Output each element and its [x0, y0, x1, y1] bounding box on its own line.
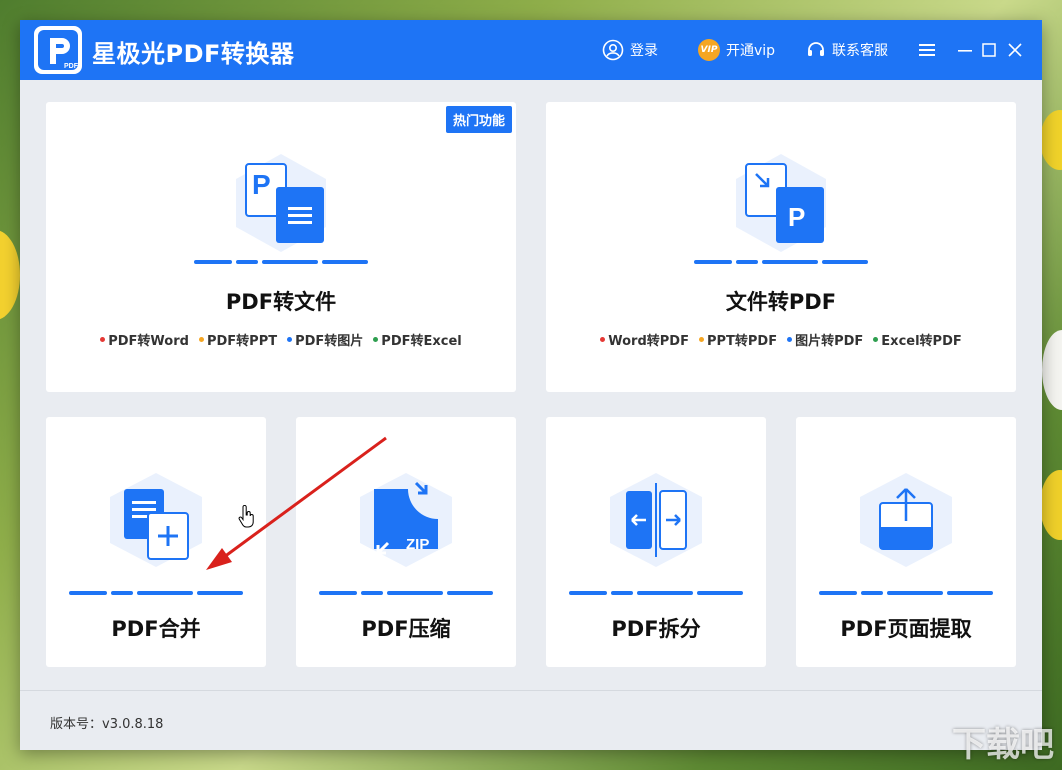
app-window: PDF 星极光PDF转换器 登录 VIP 开通vip 联系客服 热门功能 P P… — [20, 20, 1042, 750]
feature-list: PDF转Word PDF转PPT PDF转图片 PDF转Excel — [46, 330, 516, 349]
pdf-compress-card[interactable]: ZIP PDF压缩 — [296, 417, 516, 667]
decorative-divider — [694, 260, 868, 264]
version-label: 版本号：v3.0.8.18 — [50, 717, 164, 732]
title-bar: PDF 星极光PDF转换器 登录 VIP 开通vip 联系客服 — [20, 20, 1042, 80]
watermark: 下载吧 — [952, 725, 1054, 765]
close-button[interactable] — [1004, 38, 1026, 62]
list-item[interactable]: PDF转Word — [100, 330, 189, 349]
extract-icon — [856, 471, 956, 571]
menu-button[interactable] — [916, 38, 938, 62]
list-item[interactable]: PDF转Excel — [373, 330, 462, 349]
decorative-divider — [69, 591, 243, 595]
minimize-icon — [958, 50, 972, 52]
maximize-icon — [982, 43, 996, 57]
user-icon — [602, 39, 624, 61]
list-item[interactable]: PDF转PPT — [198, 330, 277, 349]
pdf-to-file-card[interactable]: 热门功能 P PDF转文件 PDF转Word PDF转PPT PDF转图片 PD… — [46, 102, 516, 392]
card-title: PDF压缩 — [361, 617, 451, 641]
feature-list: Word转PDF PPT转PDF 图片转PDF Excel转PDF — [546, 330, 1016, 349]
background-flower — [1040, 470, 1062, 540]
list-item[interactable]: Excel转PDF — [873, 330, 962, 349]
hot-feature-badge: 热门功能 — [445, 106, 512, 133]
service-label: 联系客服 — [832, 43, 888, 59]
bullet-dot — [373, 337, 379, 342]
bullet-dot — [100, 337, 106, 342]
vip-label: 开通vip — [726, 43, 776, 59]
file-to-pdf-icon: P — [726, 152, 836, 256]
decorative-divider — [569, 591, 743, 595]
login-button[interactable]: 登录 — [602, 38, 658, 62]
list-item[interactable]: PDF转图片 — [287, 330, 363, 349]
headset-icon — [808, 42, 824, 56]
decorative-divider — [319, 591, 493, 595]
bullet-dot — [873, 337, 879, 342]
zip-label: ZIP — [406, 536, 429, 553]
customer-service-button[interactable]: 联系客服 — [806, 38, 888, 62]
card-title: PDF合并 — [111, 617, 201, 641]
background-flower — [1040, 110, 1062, 170]
app-logo: PDF — [34, 26, 82, 74]
svg-text:P: P — [788, 202, 805, 232]
list-item[interactable]: Word转PDF — [600, 330, 689, 349]
vip-button[interactable]: VIP 开通vip — [698, 38, 775, 62]
hamburger-icon — [919, 44, 935, 56]
merge-icon — [106, 471, 206, 571]
bullet-dot — [600, 337, 606, 342]
logo-text: PDF — [64, 63, 79, 70]
footer-divider — [20, 690, 1042, 691]
bullet-dot — [198, 337, 204, 342]
bullet-dot — [287, 337, 293, 342]
pdf-page-extract-card[interactable]: PDF页面提取 — [796, 417, 1016, 667]
card-title: PDF转文件 — [225, 290, 337, 314]
card-title: PDF页面提取 — [840, 617, 972, 641]
compress-icon: ZIP — [356, 471, 456, 571]
list-item[interactable]: 图片转PDF — [787, 330, 863, 349]
close-icon — [1008, 43, 1022, 57]
list-item[interactable]: PPT转PDF — [698, 330, 777, 349]
background-flower — [1042, 330, 1062, 410]
pdf-merge-card[interactable]: PDF合并 — [46, 417, 266, 667]
vip-icon: VIP — [698, 39, 720, 61]
bullet-dot — [698, 337, 704, 342]
card-title: 文件转PDF — [725, 290, 837, 314]
decorative-divider — [819, 591, 993, 595]
minimize-button[interactable] — [954, 38, 976, 62]
decorative-divider — [194, 260, 368, 264]
split-icon — [606, 471, 706, 571]
pdf-to-file-icon: P — [226, 152, 336, 256]
background-flower — [0, 230, 20, 320]
card-title: PDF拆分 — [611, 617, 701, 641]
pdf-split-card[interactable]: PDF拆分 — [546, 417, 766, 667]
hand-cursor-icon — [238, 505, 254, 528]
maximize-button[interactable] — [978, 38, 1000, 62]
bullet-dot — [787, 337, 793, 342]
app-title: 星极光PDF转换器 — [92, 40, 295, 68]
svg-text:P: P — [252, 169, 271, 200]
file-to-pdf-card[interactable]: P 文件转PDF Word转PDF PPT转PDF 图片转PDF Excel转P… — [546, 102, 1016, 392]
login-label: 登录 — [630, 43, 658, 59]
